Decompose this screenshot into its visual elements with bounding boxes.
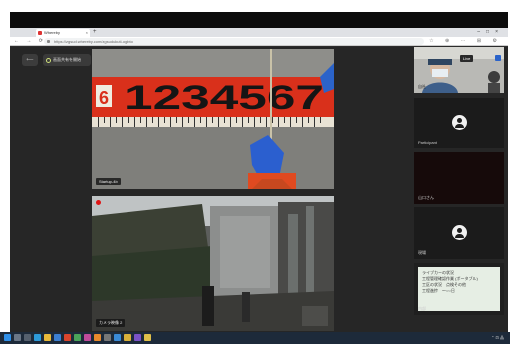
tab-bar: Whereby × + –□× <box>10 28 508 37</box>
os-taskbar: ⌃ ⊡ ⁂ <box>0 332 510 344</box>
share-screen-label: 画面共有を開始 <box>53 57 81 62</box>
nav-buttons[interactable]: ← → ⟳ <box>14 38 46 45</box>
sidebar-tile-label: Participant <box>418 140 437 145</box>
avatar-icon <box>452 115 467 130</box>
sidebar-tile-chat[interactable]: ライブカーの状況 工程管理確認作業 (ポータブル) 工区の状況 点検その他 工程… <box>414 263 504 315</box>
tab-close-icon[interactable]: × <box>86 29 88 37</box>
favicon-icon <box>38 31 42 35</box>
screen-top-bar <box>10 12 508 28</box>
browser-tab[interactable]: Whereby × <box>36 29 90 37</box>
video-tile-main-1[interactable]: 6 1234567 Startup-4b <box>92 49 334 189</box>
self-video <box>414 47 504 93</box>
live-badge: Live <box>460 55 474 62</box>
app-icon[interactable] <box>144 334 151 341</box>
edge-icon[interactable] <box>34 334 41 341</box>
start-icon[interactable] <box>4 334 11 341</box>
participant-name-tag-2: カメラ映像 2 <box>96 319 126 327</box>
sidebar-tile-participant[interactable]: Participant <box>414 98 504 148</box>
meeting-app: ⟵ 画面共有を開始 6 1234567 Startup-4b カメラ映像 2 L… <box>10 47 508 332</box>
sidebar-tile-label: 現場 <box>418 250 426 255</box>
participant-name-tag: Startup-4b <box>96 178 121 185</box>
system-tray[interactable]: ⌃ ⊡ ⁂ <box>491 335 504 340</box>
record-icon <box>96 200 101 205</box>
site-camera-video <box>92 196 334 331</box>
app-icon[interactable] <box>74 334 81 341</box>
share-screen-button[interactable]: 画面共有を開始 <box>43 54 91 66</box>
sidebar-tile-label: 内部 <box>418 306 426 311</box>
measuring-tape-video: 6 1234567 <box>92 49 334 189</box>
new-tab-button[interactable]: + <box>93 28 97 36</box>
window-controls[interactable]: –□× <box>477 28 504 36</box>
app-icon[interactable] <box>124 334 131 341</box>
address-bar: ← → ⟳ https://zgsud.whereby.com/zgsuduku… <box>10 37 508 46</box>
chat-panel: ライブカーの状況 工程管理確認作業 (ポータブル) 工区の状況 点検その他 工程… <box>418 267 500 311</box>
tape-prefix: 6 <box>99 88 109 108</box>
sidebar-tile-participant-3[interactable]: 現場 <box>414 207 504 259</box>
lock-icon <box>47 40 50 43</box>
folder-icon[interactable] <box>44 334 51 341</box>
app-icon[interactable] <box>134 334 141 341</box>
sidebar-tile-self[interactable]: Live 自社 <box>414 47 504 93</box>
app-icon[interactable] <box>84 334 91 341</box>
url-field[interactable]: https://zgsud.whereby.com/zgsudukuti-ogb… <box>44 38 424 45</box>
search-icon[interactable] <box>14 334 21 341</box>
tab-title: Whereby <box>44 30 61 35</box>
chat-line: 工程進捗 〜○○日 <box>422 288 455 293</box>
app-icon[interactable] <box>104 334 111 341</box>
url-text: https://zgsud.whereby.com/zgsudukuti-ogb… <box>54 39 133 44</box>
app-icon[interactable] <box>114 334 121 341</box>
app-icon[interactable] <box>94 334 101 341</box>
share-screen-icon <box>46 58 51 63</box>
chrome-icon[interactable] <box>64 334 71 341</box>
avatar-icon <box>452 225 467 240</box>
sidebar-tile-label: 自社 <box>418 84 426 89</box>
mic-off-icon[interactable] <box>495 55 501 61</box>
task-view-icon[interactable] <box>24 334 31 341</box>
leave-button[interactable]: ⟵ <box>22 54 38 66</box>
sidebar-tile-label: 山口さん <box>418 195 434 200</box>
extension-icons[interactable]: ☆ ⊕ ⋯ ⊞ ⚙ <box>429 38 502 45</box>
browser-window: Whereby × + –□× ← → ⟳ https://zgsud.wher… <box>10 28 508 332</box>
tape-digits: 1234567 <box>124 79 324 117</box>
mail-icon[interactable] <box>54 334 61 341</box>
video-tile-main-2[interactable]: カメラ映像 2 <box>92 196 334 331</box>
sidebar-tile-participant-2[interactable]: 山口さん <box>414 152 504 204</box>
